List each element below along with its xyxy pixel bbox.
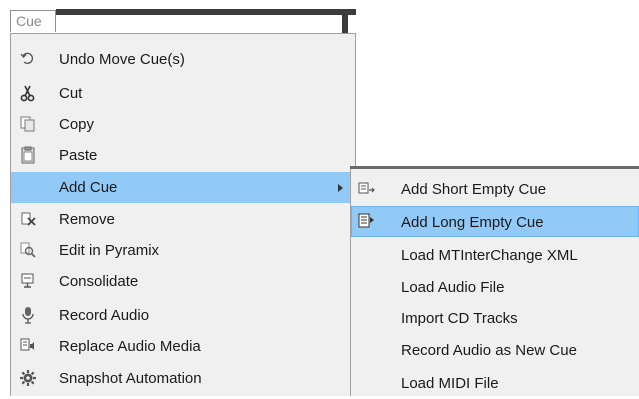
submenu-item-label: Record Audio as New Cue bbox=[401, 342, 577, 359]
cue-menu-tab[interactable]: Cue bbox=[10, 10, 56, 32]
submenu-item-load-audio-file[interactable]: Load Audio File bbox=[351, 272, 639, 303]
submenu-arrow-icon bbox=[338, 184, 343, 192]
copy-icon bbox=[19, 115, 37, 133]
short-cue-icon bbox=[358, 180, 376, 198]
menu-item-label: Edit in Pyramix bbox=[59, 242, 160, 259]
menu-item-label: Record Audio bbox=[59, 307, 150, 324]
submenu-item-label: Load MTInterChange XML bbox=[401, 247, 578, 264]
menu-item-label: Undo Move Cue(s) bbox=[59, 51, 185, 68]
submenu-item-label: Load MIDI File bbox=[401, 375, 499, 392]
menu-item-label: Replace Audio Media bbox=[59, 338, 201, 355]
menu-item-copy[interactable]: Copy bbox=[11, 109, 355, 140]
title-bar-edge-right bbox=[342, 9, 348, 34]
menu-item-paste[interactable]: Paste bbox=[11, 140, 355, 171]
replace-audio-icon bbox=[19, 337, 37, 355]
submenu-item-add-short-empty-cue[interactable]: Add Short Empty Cue bbox=[351, 174, 639, 205]
menu-bar: Cue bbox=[0, 0, 364, 34]
menu-item-label: Copy bbox=[59, 116, 95, 133]
submenu-item-record-audio-as-new-cue[interactable]: Record Audio as New Cue bbox=[351, 335, 639, 366]
menu-item-undo-move-cue[interactable]: Undo Move Cue(s) bbox=[11, 44, 355, 75]
menu-item-record-audio[interactable]: Record Audio bbox=[11, 300, 355, 331]
menu-item-label: Consolidate bbox=[59, 273, 139, 290]
undo-icon bbox=[19, 50, 37, 68]
paste-icon bbox=[19, 146, 37, 164]
edit-magnifier-icon bbox=[19, 241, 37, 259]
submenu-item-add-long-empty-cue[interactable]: Add Long Empty Cue bbox=[351, 206, 639, 237]
menu-item-label: Cut bbox=[59, 85, 83, 102]
submenu-item-label: Load Audio File bbox=[401, 279, 505, 296]
scissors-icon bbox=[19, 84, 37, 102]
consolidate-icon bbox=[19, 272, 37, 290]
title-bar-edge bbox=[56, 9, 356, 15]
menu-item-label: Add Cue bbox=[59, 179, 118, 196]
submenu-item-label: Import CD Tracks bbox=[401, 310, 518, 327]
microphone-icon bbox=[19, 306, 37, 324]
menu-item-add-cue[interactable]: Add Cue bbox=[11, 172, 355, 203]
submenu-item-import-cd-tracks[interactable]: Import CD Tracks bbox=[351, 303, 639, 334]
menu-item-snapshot-automation[interactable]: Snapshot Automation bbox=[11, 363, 355, 394]
remove-icon bbox=[19, 210, 37, 228]
menu-item-cut[interactable]: Cut bbox=[11, 78, 355, 109]
submenu-item-load-midi-file[interactable]: Load MIDI File bbox=[351, 368, 639, 399]
menu-item-replace-audio-media[interactable]: Replace Audio Media bbox=[11, 331, 355, 362]
menu-item-label: Snapshot Automation bbox=[59, 370, 202, 387]
menu-item-consolidate[interactable]: Consolidate bbox=[11, 266, 355, 297]
submenu-item-label: Add Long Empty Cue bbox=[401, 214, 544, 231]
long-cue-icon bbox=[358, 212, 376, 230]
menu-item-edit-in-pyramix[interactable]: Edit in Pyramix bbox=[11, 235, 355, 266]
submenu-item-load-mtinterchange-xml[interactable]: Load MTInterChange XML bbox=[351, 240, 639, 271]
gear-icon bbox=[19, 369, 37, 387]
add-cue-submenu: Add Short Empty Cue Add Long Empty Cue L… bbox=[350, 169, 639, 396]
submenu-item-label: Add Short Empty Cue bbox=[401, 181, 547, 198]
menu-item-remove[interactable]: Remove bbox=[11, 204, 355, 235]
menu-item-label: Paste bbox=[59, 147, 98, 164]
cue-context-menu: Undo Move Cue(s) Cut Copy Paste Add Cue … bbox=[10, 33, 356, 396]
menu-item-label: Remove bbox=[59, 211, 115, 228]
